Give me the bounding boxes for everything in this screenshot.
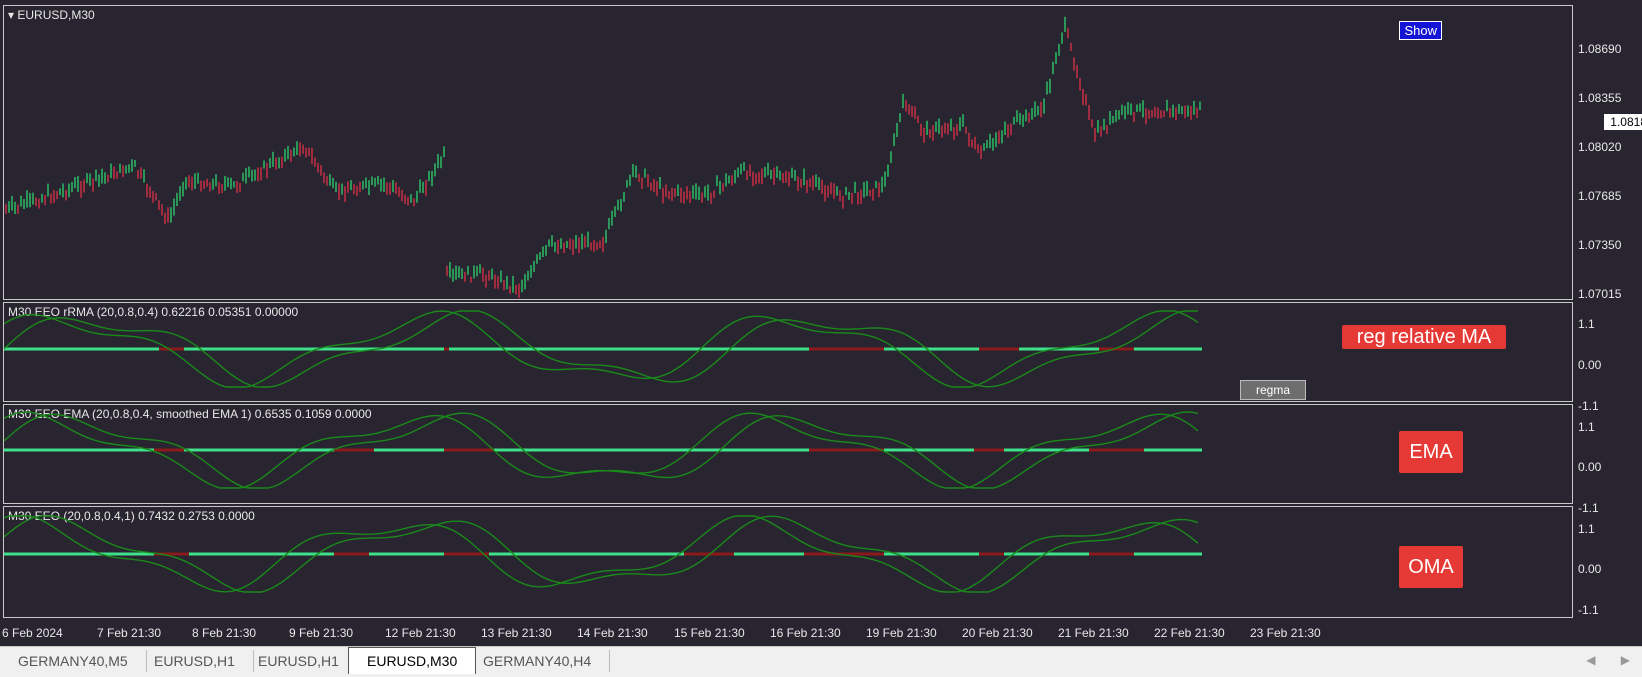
- time-label: 8 Feb 21:30: [192, 626, 257, 640]
- time-label: 6 Feb 2024: [2, 626, 63, 640]
- oscillator-lines: [4, 310, 1202, 388]
- time-label: 14 Feb 21:30: [577, 626, 648, 640]
- tab-germany40-m5[interactable]: GERMANY40,M5: [0, 650, 147, 672]
- tab-eurusd-h1[interactable]: EURUSD,H1: [136, 650, 254, 672]
- oscillator-lines: [4, 411, 1202, 489]
- time-label: 12 Feb 21:30: [385, 626, 456, 640]
- reg-relative-ma-tag[interactable]: reg relative MA: [1342, 325, 1506, 349]
- ema-tag[interactable]: EMA: [1399, 431, 1463, 473]
- level-label: 1.1: [1578, 317, 1595, 331]
- tab-germany40-h4[interactable]: GERMANY40,H4: [465, 650, 611, 672]
- indicator-pane-ema[interactable]: M30 EEO EMA (20,0.8,0.4, smoothed EMA 1)…: [3, 404, 1573, 504]
- level-label: 0.00: [1578, 562, 1602, 576]
- time-label: 22 Feb 21:30: [1154, 626, 1225, 640]
- current-price-label: 1.08188: [1604, 114, 1642, 130]
- indicator-pane-oma[interactable]: M30 EEO (20,0.8,0.4,1) 0.7432 0.2753 0.0…: [3, 506, 1573, 618]
- time-label: 9 Feb 21:30: [289, 626, 354, 640]
- price-candles: [5, 16, 1201, 298]
- level-label: -1.1: [1578, 501, 1599, 515]
- price-level: 1.07685: [1578, 189, 1622, 203]
- chevron-left-icon[interactable]: ◀: [1586, 653, 1595, 667]
- time-label: 19 Feb 21:30: [866, 626, 937, 640]
- tab-scroll: ◀ ▶: [1564, 653, 1630, 667]
- tab-eurusd-m30[interactable]: EURUSD,M30: [348, 647, 477, 674]
- price-chart-pane[interactable]: ▾ EURUSD,M30 Show: [3, 5, 1573, 300]
- time-label: 21 Feb 21:30: [1058, 626, 1129, 640]
- price-level: 1.07015: [1578, 287, 1622, 301]
- terminal-window: ▾ EURUSD,M30 Show 1.08690 1.08355 1.0802…: [0, 0, 1642, 646]
- tab-eurusd-h1-2[interactable]: EURUSD,H1: [240, 650, 358, 672]
- regma-button[interactable]: regma: [1240, 380, 1306, 400]
- time-axis: 6 Feb 2024 7 Feb 21:30 8 Feb 21:30 9 Feb…: [0, 622, 1642, 644]
- time-label: 15 Feb 21:30: [674, 626, 745, 640]
- price-level: 1.08690: [1578, 42, 1622, 56]
- level-label: 0.00: [1578, 460, 1602, 474]
- price-level: 1.08020: [1578, 140, 1622, 154]
- oma-tag[interactable]: OMA: [1399, 546, 1463, 588]
- level-label: 1.1: [1578, 420, 1595, 434]
- level-label: 0.00: [1578, 358, 1602, 372]
- time-label: 16 Feb 21:30: [770, 626, 841, 640]
- level-label: -1.1: [1578, 399, 1599, 413]
- time-label: 20 Feb 21:30: [962, 626, 1033, 640]
- level-label: 1.1: [1578, 522, 1595, 536]
- oscillator-lines: [4, 515, 1202, 593]
- price-level: 1.07350: [1578, 238, 1622, 252]
- time-label: 13 Feb 21:30: [481, 626, 552, 640]
- chart-tabs: GERMANY40,M5 EURUSD,H1 EURUSD,H1 EURUSD,…: [0, 646, 1642, 677]
- indicator-pane-rrma[interactable]: M30 EEO rRMA (20,0.8,0.4) 0.62216 0.0535…: [3, 302, 1573, 402]
- time-label: 7 Feb 21:30: [97, 626, 162, 640]
- time-label: 23 Feb 21:30: [1250, 626, 1321, 640]
- level-label: -1.1: [1578, 603, 1599, 617]
- price-level: 1.08355: [1578, 91, 1622, 105]
- chevron-right-icon[interactable]: ▶: [1621, 653, 1630, 667]
